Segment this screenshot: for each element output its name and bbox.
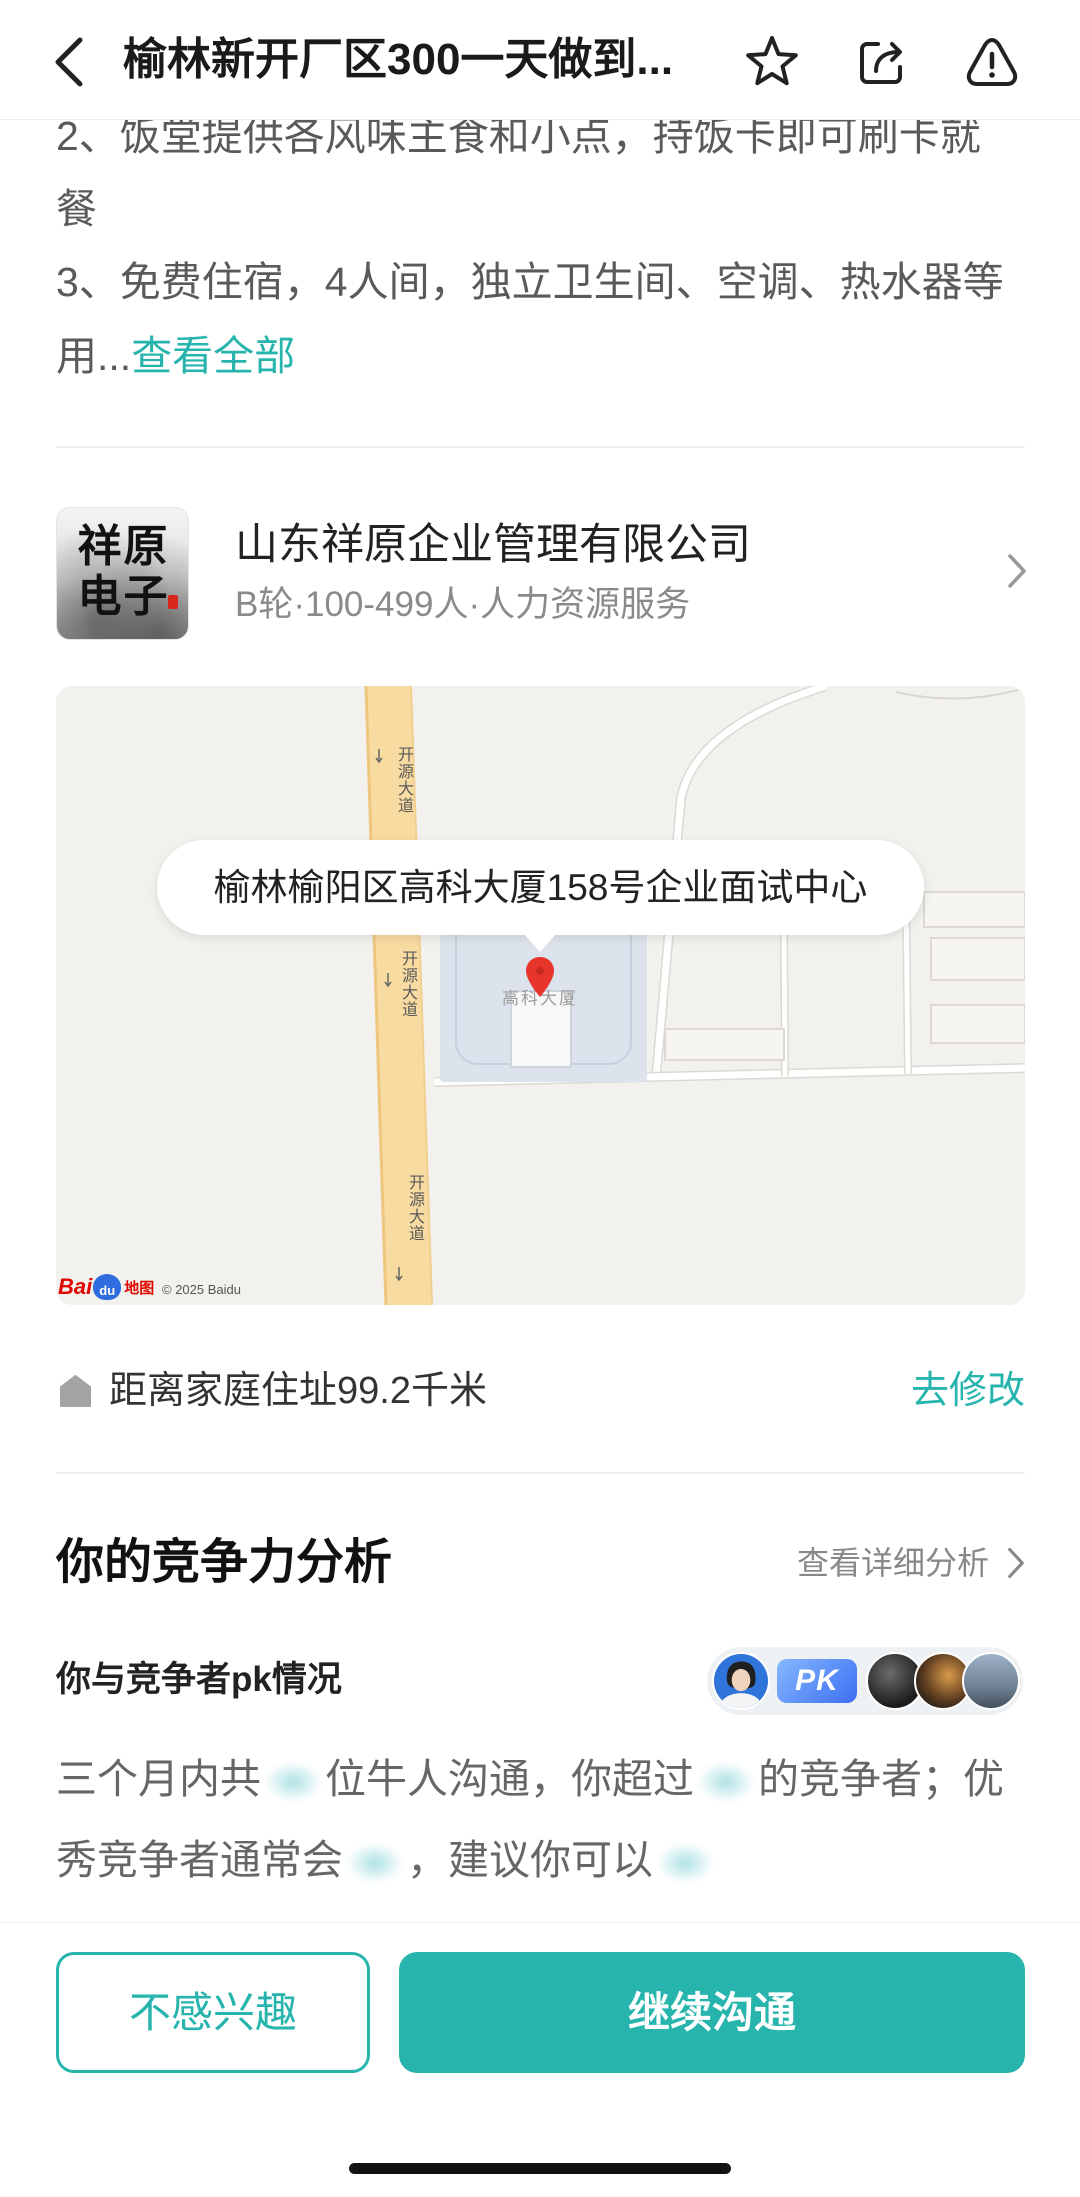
share-icon[interactable]: [854, 34, 910, 90]
company-logo-text: 祥原: [77, 521, 170, 572]
pk-label: 你与竞争者pk情况: [56, 1660, 342, 1699]
description-line-text: 用...: [56, 333, 132, 379]
section-title: 你的竞争力分析: [56, 1536, 393, 1589]
description-line: 餐: [56, 186, 97, 232]
home-indicator[interactable]: [349, 2163, 731, 2174]
address-bubble-tail: [524, 934, 556, 952]
road-label: 开源大道: [395, 746, 412, 814]
competitor-avatar: [962, 1652, 1020, 1710]
location-map[interactable]: 开源大道 开源大道 开源大道 高科大厦 榆林榆阳区高科大厦158号企业面试中心 …: [56, 686, 1025, 1305]
chevron-right-icon: [1008, 1548, 1024, 1578]
baidu-logo-map-text: 地图: [124, 1279, 155, 1297]
warning-icon[interactable]: [964, 34, 1020, 90]
company-logo-text: 电子: [77, 571, 170, 622]
map-pin-icon: [526, 957, 554, 997]
hidden-value: [657, 1843, 713, 1884]
company-meta: B轮·100-499人·人力资源服务: [235, 585, 691, 624]
continue-chat-button[interactable]: 继续沟通: [399, 1952, 1025, 2073]
page-title: 榆林新开厂区300一天做到...: [123, 35, 674, 84]
logo-seal: [168, 595, 178, 609]
home-icon: [60, 1375, 91, 1407]
competition-summary-line: 秀竞争者通常会 ，建议你可以: [56, 1823, 717, 1897]
star-icon[interactable]: [744, 34, 800, 90]
summary-text: ，建议你可以: [407, 1837, 653, 1883]
hidden-value: [347, 1843, 403, 1884]
distance-text: 距离家庭住址99.2千米: [109, 1370, 487, 1412]
pk-avatar-group: PK: [707, 1647, 1023, 1715]
baidu-paw-icon: du: [93, 1274, 122, 1300]
view-detail-analysis-link[interactable]: 查看详细分析: [780, 1540, 1030, 1586]
description-line: 3、免费住宿，4人间，独立卫生间、空调、热水器等: [56, 259, 1004, 305]
baidu-logo-text: Bai: [58, 1274, 93, 1299]
chevron-left-icon[interactable]: [50, 34, 86, 90]
map-copyright: © 2025 Baidu: [162, 1282, 241, 1297]
road-label: 开源大道: [406, 1174, 423, 1242]
summary-text: 三个月内共: [56, 1756, 261, 1802]
view-all-link[interactable]: 查看全部: [131, 333, 295, 379]
divider: [56, 1472, 1025, 1474]
company-card[interactable]: 祥原 电子 山东祥原企业管理有限公司 B轮·100-499人·人力资源服务: [56, 500, 1026, 646]
direction-arrow-icon: [375, 749, 383, 764]
description-line-last: 用...查看全部: [56, 319, 295, 393]
baidu-map-logo: Bai du 地图: [58, 1272, 154, 1302]
chevron-right-icon: [1008, 554, 1026, 588]
summary-text: 位牛人沟通，你超过: [325, 1756, 694, 1802]
summary-text: 的竞争者；优: [758, 1756, 1004, 1802]
detail-link-text: 查看详细分析: [796, 1545, 989, 1581]
summary-text: 秀竞争者通常会: [56, 1837, 343, 1883]
hidden-value: [698, 1762, 754, 1803]
company-name: 山东祥原企业管理有限公司: [235, 521, 751, 569]
top-navigation-bar: 榆林新开厂区300一天做到...: [0, 0, 1080, 120]
competition-summary-line: 三个月内共 位牛人沟通，你超过 的竞争者；优: [56, 1742, 1004, 1816]
not-interested-button[interactable]: 不感兴趣: [56, 1952, 370, 2073]
bottom-action-bar: 不感兴趣 继续沟通: [0, 1922, 1080, 2197]
user-avatar: [712, 1652, 770, 1710]
direction-arrow-icon: [384, 973, 392, 988]
pk-badge: PK: [777, 1659, 857, 1703]
edit-address-link[interactable]: 去修改: [911, 1361, 1025, 1421]
company-logo: 祥原 电子: [56, 507, 189, 640]
direction-arrow-icon: [395, 1267, 403, 1282]
divider: [56, 446, 1025, 448]
hidden-value: [265, 1762, 321, 1803]
road-label: 开源大道: [399, 950, 416, 1018]
address-bubble: 榆林榆阳区高科大厦158号企业面试中心: [157, 840, 924, 935]
